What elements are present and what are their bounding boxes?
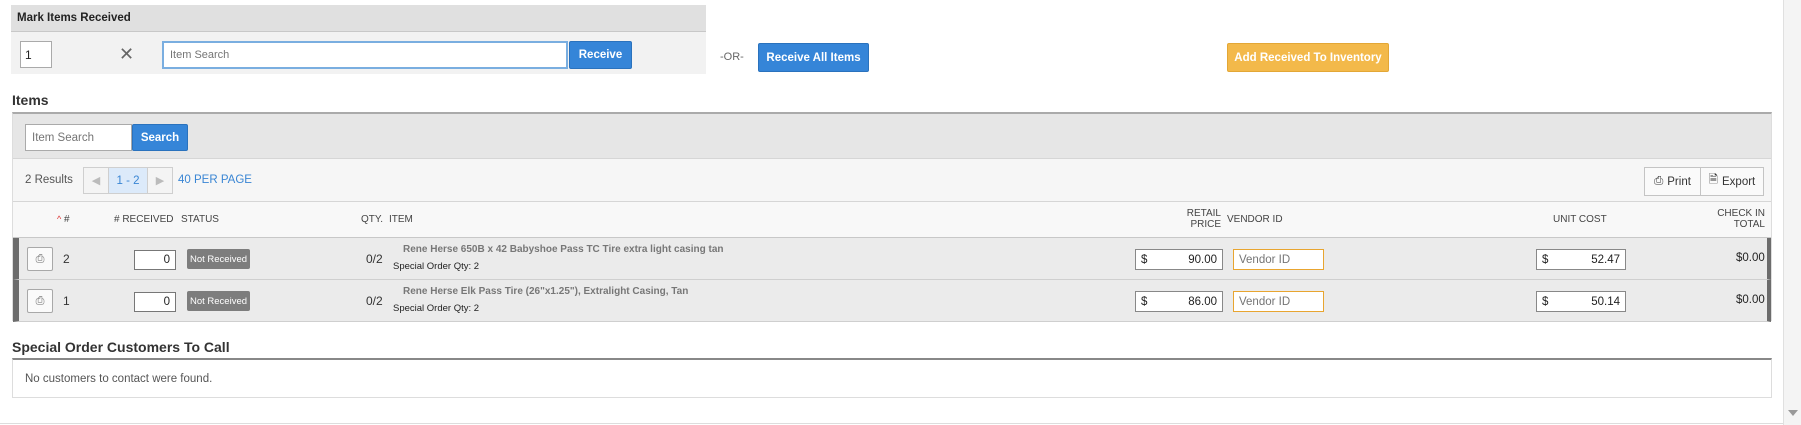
column-vendor-id[interactable]: VENDOR ID (1227, 214, 1283, 225)
unit-cost-value: 52.47 (1591, 253, 1620, 266)
receive-button[interactable]: Receive (569, 41, 632, 69)
items-search-bar: Search (13, 114, 1771, 159)
chevron-right-icon[interactable]: ▶ (148, 168, 172, 193)
empty-state-message: No customers to contact were found. (25, 373, 213, 385)
close-icon[interactable]: ✕ (119, 44, 134, 64)
print-button[interactable]: ⎙ Print (1644, 167, 1701, 196)
unit-cost-field[interactable]: $ 52.47 (1536, 249, 1626, 270)
received-qty-input[interactable] (134, 250, 176, 270)
unit-cost-value: 50.14 (1591, 295, 1620, 308)
currency-symbol: $ (1141, 253, 1148, 266)
retail-price-field[interactable]: $ 86.00 (1135, 291, 1223, 312)
checkin-total: $0.00 (1736, 294, 1765, 306)
printer-icon: ⎙ (35, 252, 45, 265)
retail-price-value: 90.00 (1188, 253, 1217, 266)
status-badge: Not Received (187, 249, 250, 269)
items-search-button[interactable]: Search (132, 124, 188, 151)
row-num: 2 (63, 252, 70, 266)
column-item[interactable]: ITEM (389, 214, 413, 225)
status-badge: Not Received (187, 291, 250, 311)
special-order-section-title: Special Order Customers To Call (12, 339, 230, 355)
vendor-id-input[interactable] (1233, 249, 1324, 270)
add-received-to-inventory-button[interactable]: Add Received To Inventory (1227, 43, 1389, 72)
table-header: ^ # # RECEIVED STATUS QTY. ITEM RETAIL P… (13, 202, 1771, 238)
unit-cost-field[interactable]: $ 50.14 (1536, 291, 1626, 312)
currency-symbol: $ (1141, 295, 1148, 308)
item-name[interactable]: Rene Herse Elk Pass Tire (26"x1.25"), Ex… (403, 286, 688, 297)
column-unit-cost[interactable]: UNIT COST (1553, 214, 1607, 225)
row-qty: 0/2 (366, 294, 383, 308)
vendor-id-input[interactable] (1233, 291, 1324, 312)
export-icon: 🗎 (1708, 174, 1718, 186)
currency-symbol: $ (1542, 253, 1549, 266)
column-num[interactable]: ^ # (57, 214, 70, 225)
special-order-qty: Special Order Qty: 2 (393, 303, 480, 314)
items-search-input[interactable] (25, 124, 132, 151)
column-status[interactable]: STATUS (181, 214, 219, 225)
table-row: ⎙ 2 Not Received 0/2 Rene Herse 650B x 4… (13, 238, 1771, 280)
results-count: 2 Results (25, 174, 73, 186)
page-range[interactable]: 1 - 2 (108, 168, 148, 193)
pager-bar: 2 Results ◀ 1 - 2 ▶ 40 PER PAGE ⎙ Print … (13, 159, 1771, 202)
export-button[interactable]: 🗎 Export (1700, 167, 1764, 196)
chevron-left-icon[interactable]: ◀ (84, 168, 108, 193)
received-qty-input[interactable] (134, 292, 176, 312)
printer-icon: ⎙ (1654, 175, 1664, 187)
per-page-selector[interactable]: 40 PER PAGE (178, 174, 252, 186)
export-label: Export (1722, 175, 1756, 188)
pagination: ◀ 1 - 2 ▶ (83, 167, 173, 194)
column-retail-price[interactable]: RETAIL PRICE (1185, 208, 1221, 230)
items-table: Search 2 Results ◀ 1 - 2 ▶ 40 PER PAGE ⎙… (12, 112, 1772, 322)
print-label: Print (1667, 175, 1691, 188)
chevron-down-icon[interactable] (1788, 410, 1798, 416)
row-print-button[interactable]: ⎙ (27, 289, 53, 313)
column-received[interactable]: # RECEIVED (114, 214, 173, 225)
retail-price-value: 86.00 (1188, 295, 1217, 308)
bottom-divider (0, 423, 1783, 424)
items-section-title: Items (12, 92, 49, 108)
column-qty[interactable]: QTY. (361, 214, 383, 225)
row-print-button[interactable]: ⎙ (27, 247, 53, 271)
receive-all-items-button[interactable]: Receive All Items (758, 43, 869, 72)
mark-items-received-panel: Mark Items Received ✕ Receive (11, 5, 706, 74)
mark-item-search-input[interactable] (162, 41, 568, 69)
checkin-total: $0.00 (1736, 252, 1765, 264)
mark-items-received-title: Mark Items Received (11, 5, 706, 32)
special-order-qty: Special Order Qty: 2 (393, 261, 480, 272)
special-order-box: No customers to contact were found. (12, 358, 1772, 398)
receive-qty-input[interactable] (20, 41, 52, 68)
printer-icon: ⎙ (35, 294, 45, 307)
sort-caret-icon: ^ (57, 214, 62, 224)
table-row: ⎙ 1 Not Received 0/2 Rene Herse Elk Pass… (13, 280, 1771, 322)
column-checkin-total[interactable]: CHECK IN TOTAL (1713, 208, 1765, 230)
currency-symbol: $ (1542, 295, 1549, 308)
row-qty: 0/2 (366, 252, 383, 266)
vertical-scrollbar[interactable] (1783, 0, 1801, 425)
retail-price-field[interactable]: $ 90.00 (1135, 249, 1223, 270)
row-num: 1 (63, 294, 70, 308)
or-separator: -OR- (720, 51, 744, 63)
item-name[interactable]: Rene Herse 650B x 42 Babyshoe Pass TC Ti… (403, 244, 724, 255)
